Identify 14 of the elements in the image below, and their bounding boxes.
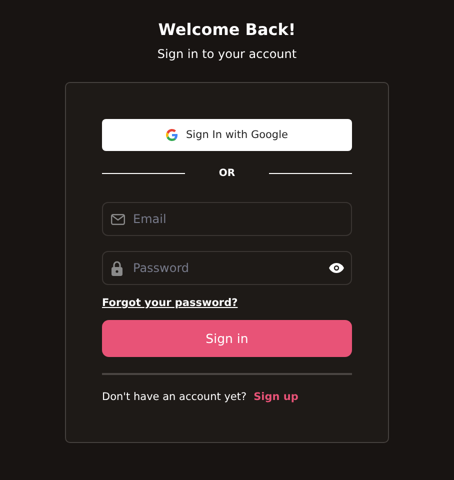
google-sign-in-button[interactable]: Sign In with Google: [102, 119, 352, 151]
password-field[interactable]: Password: [102, 251, 352, 285]
forgot-password-link[interactable]: Forgot your password?: [102, 297, 238, 309]
sign-in-button[interactable]: Sign in: [102, 320, 352, 357]
or-divider-label: OR: [218, 168, 236, 178]
eye-icon[interactable]: [329, 263, 344, 273]
email-field[interactable]: Email: [102, 202, 352, 236]
page-subtitle: Sign in to your account: [157, 46, 297, 62]
signup-prompt: Don't have an account yet?: [102, 391, 247, 403]
mail-icon: [111, 214, 125, 224]
google-icon: [166, 129, 178, 141]
page-title: Welcome Back!: [158, 20, 296, 40]
sign-up-link[interactable]: Sign up: [254, 391, 298, 403]
lock-icon: [111, 260, 123, 276]
